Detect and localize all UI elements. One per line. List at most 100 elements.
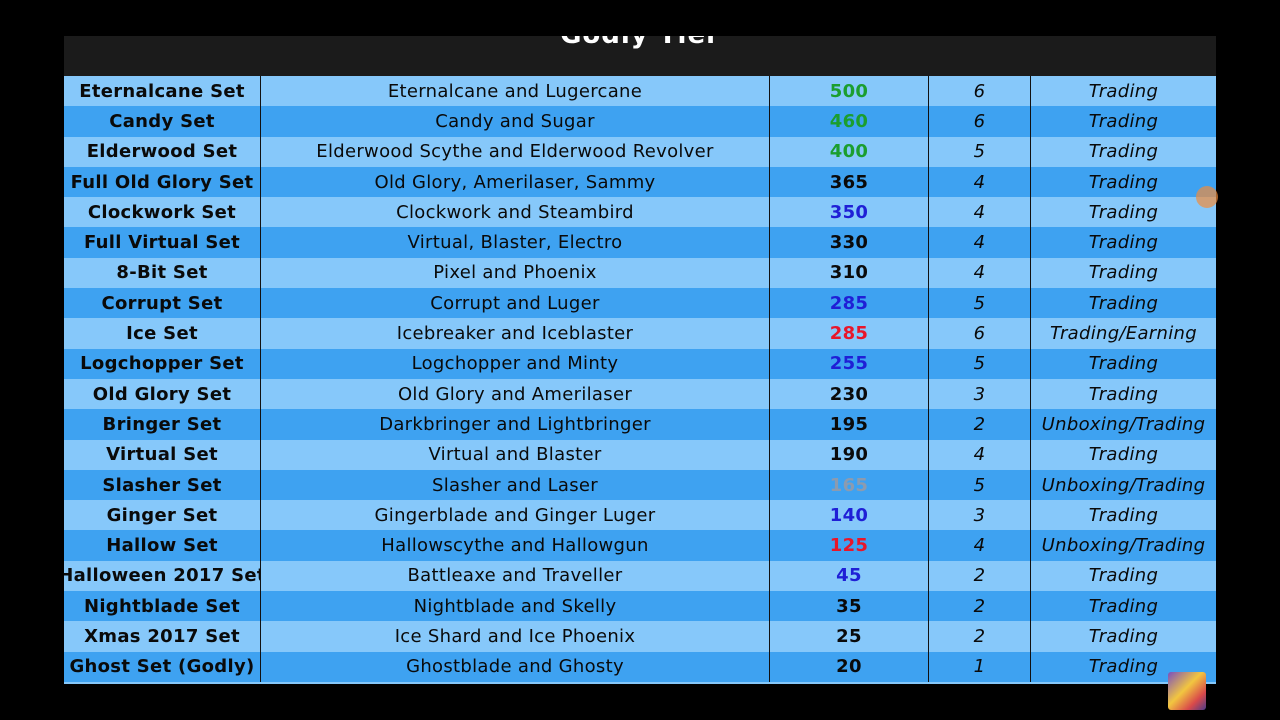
items-cell: Virtual, Blaster, Electro <box>261 227 770 258</box>
value-cell: 285 <box>770 318 929 349</box>
obtain-method-cell: Trading <box>1088 625 1159 647</box>
items-cell: Slasher and Laser <box>261 469 770 501</box>
table-row: Halloween 2017 Set Battleaxe and Travelle… <box>64 560 1216 592</box>
items-cell: Old Glory and Amerilaser <box>261 378 770 410</box>
obtain-method-cell: Trading <box>1088 565 1159 587</box>
value-cell: 330 <box>770 227 929 258</box>
count-cell: 6 <box>929 76 1031 107</box>
obtain-method-cell: Trading <box>1088 171 1159 193</box>
obtain-method-cell: Trading <box>1088 292 1159 314</box>
value-cell: 35 <box>770 591 929 622</box>
count-cell: 3 <box>929 378 1031 410</box>
set-name-cell: Hallow Set <box>64 530 261 561</box>
title-bar: Godly Tier <box>64 36 1216 76</box>
table-row: Hallow Set Hallowscythe and Hallowgun 125 4… <box>64 530 1216 561</box>
items-cell: Old Glory, Amerilaser, Sammy <box>261 166 770 198</box>
set-name-cell: Full Old Glory Set <box>64 166 261 198</box>
table-row: Eternalcane Set Eternalcane and Lugercane… <box>64 76 1216 107</box>
table-row: Candy Set Candy and Sugar 460 6 Trading <box>64 106 1216 137</box>
set-name-cell: Halloween 2017 Set <box>64 560 261 592</box>
count-cell: 4 <box>929 166 1031 198</box>
items-cell: Corrupt and Luger <box>261 288 770 319</box>
page-title: Godly Tier <box>64 36 1216 50</box>
value-cell: 45 <box>770 560 929 592</box>
table-row: Full Old Glory Set Old Glory, Amerilaser,… <box>64 166 1216 198</box>
table-row: Ice Set Icebreaker and Iceblaster 285 6 Trad… <box>64 318 1216 349</box>
value-cell: 285 <box>770 288 929 319</box>
count-cell: 4 <box>929 197 1031 228</box>
value-cell: 140 <box>770 500 929 531</box>
value-cell: 125 <box>770 530 929 561</box>
obtain-method-cell: Trading <box>1088 444 1159 466</box>
set-name-cell: Old Glory Set <box>64 378 261 410</box>
items-cell: Eternalcane and Lugercane <box>261 76 770 107</box>
items-cell: Virtual and Blaster <box>261 439 770 470</box>
table-bottom-edge <box>64 682 1216 684</box>
count-cell: 5 <box>929 288 1031 319</box>
count-cell: 2 <box>929 591 1031 622</box>
count-cell: 4 <box>929 257 1031 289</box>
set-name-cell: Ice Set <box>64 318 261 349</box>
items-cell: Hallowscythe and Hallowgun <box>261 530 770 561</box>
count-cell: 6 <box>929 318 1031 349</box>
items-cell: Pixel and Phoenix <box>261 257 770 289</box>
value-cell: 350 <box>770 197 929 228</box>
table-row: Bringer Set Darkbringer and Lightbringer 1… <box>64 409 1216 440</box>
value-cell: 500 <box>770 76 929 107</box>
obtain-method-cell: Trading <box>1088 383 1159 405</box>
table-row: Ginger Set Gingerblade and Ginger Luger 14… <box>64 500 1216 531</box>
obtain-method-cell: Unboxing/Trading <box>1041 474 1206 496</box>
obtain-method-cell: Unboxing/Trading <box>1041 535 1206 557</box>
obtain-method-cell: Trading <box>1088 595 1159 617</box>
obtain-method-cell: Trading <box>1088 232 1159 254</box>
value-cell: 165 <box>770 469 929 501</box>
table-row: Nightblade Set Nightblade and Skelly 35 2 Tr… <box>64 591 1216 622</box>
godly-sets-table-slide: Godly Tier Eternalcane SetEternalcane an… <box>64 36 1216 684</box>
items-cell: Candy and Sugar <box>261 106 770 137</box>
table-row: Elderwood Set Elderwood Scythe and Elderw… <box>64 136 1216 167</box>
obtain-method-cell: Trading <box>1088 110 1159 132</box>
items-cell: Darkbringer and Lightbringer <box>261 409 770 440</box>
table-row: Clockwork Set Clockwork and Steambird 350 4… <box>64 197 1216 228</box>
table-row: Slasher Set Slasher and Laser 165 5 Unboxing… <box>64 469 1216 501</box>
set-name-cell: Eternalcane Set <box>64 76 261 107</box>
set-name-cell: Nightblade Set <box>64 591 261 622</box>
count-cell: 4 <box>929 439 1031 470</box>
count-cell: 6 <box>929 106 1031 137</box>
items-cell: Gingerblade and Ginger Luger <box>261 500 770 531</box>
set-name-cell: Elderwood Set <box>64 136 261 167</box>
value-cell: 230 <box>770 378 929 410</box>
count-cell: 2 <box>929 621 1031 652</box>
table-row: Ghost Set (Godly) Ghostblade and Ghosty 20… <box>64 651 1216 682</box>
set-name-cell: Logchopper Set <box>64 348 261 379</box>
table-row: Old Glory Set Old Glory and Amerilaser 230… <box>64 378 1216 410</box>
count-cell: 3 <box>929 500 1031 531</box>
set-name-cell: Slasher Set <box>64 469 261 501</box>
table-row: Virtual Set Virtual and Blaster 190 4 Tradin… <box>64 439 1216 470</box>
obtain-method-cell: Trading <box>1088 353 1159 375</box>
channel-avatar <box>1168 672 1206 710</box>
count-cell: 2 <box>929 560 1031 592</box>
set-name-cell: Full Virtual Set <box>64 227 261 258</box>
table-row: Full Virtual Set Virtual, Blaster, Electr… <box>64 227 1216 258</box>
set-name-cell: 8-Bit Set <box>64 257 261 289</box>
value-cell: 190 <box>770 439 929 470</box>
set-name-cell: Bringer Set <box>64 409 261 440</box>
table-row: Logchopper Set Logchopper and Minty 255 5 Tr… <box>64 348 1216 379</box>
count-cell: 1 <box>929 651 1031 682</box>
obtain-method-cell: Trading <box>1088 201 1159 223</box>
items-cell: Elderwood Scythe and Elderwood Revolver <box>261 136 770 167</box>
items-cell: Logchopper and Minty <box>261 348 770 379</box>
obtain-method-cell: Unboxing/Trading <box>1041 413 1206 435</box>
set-name-cell: Candy Set <box>64 106 261 137</box>
set-name-cell: Xmas 2017 Set <box>64 621 261 652</box>
items-cell: Icebreaker and Iceblaster <box>261 318 770 349</box>
items-cell: Clockwork and Steambird <box>261 197 770 228</box>
items-cell: Ice Shard and Ice Phoenix <box>261 621 770 652</box>
value-cell: 255 <box>770 348 929 379</box>
table-row: Xmas 2017 Set Ice Shard and Ice Phoenix 25… <box>64 621 1216 652</box>
items-cell: Battleaxe and Traveller <box>261 560 770 592</box>
count-cell: 4 <box>929 530 1031 561</box>
value-cell: 20 <box>770 651 929 682</box>
value-cell: 195 <box>770 409 929 440</box>
